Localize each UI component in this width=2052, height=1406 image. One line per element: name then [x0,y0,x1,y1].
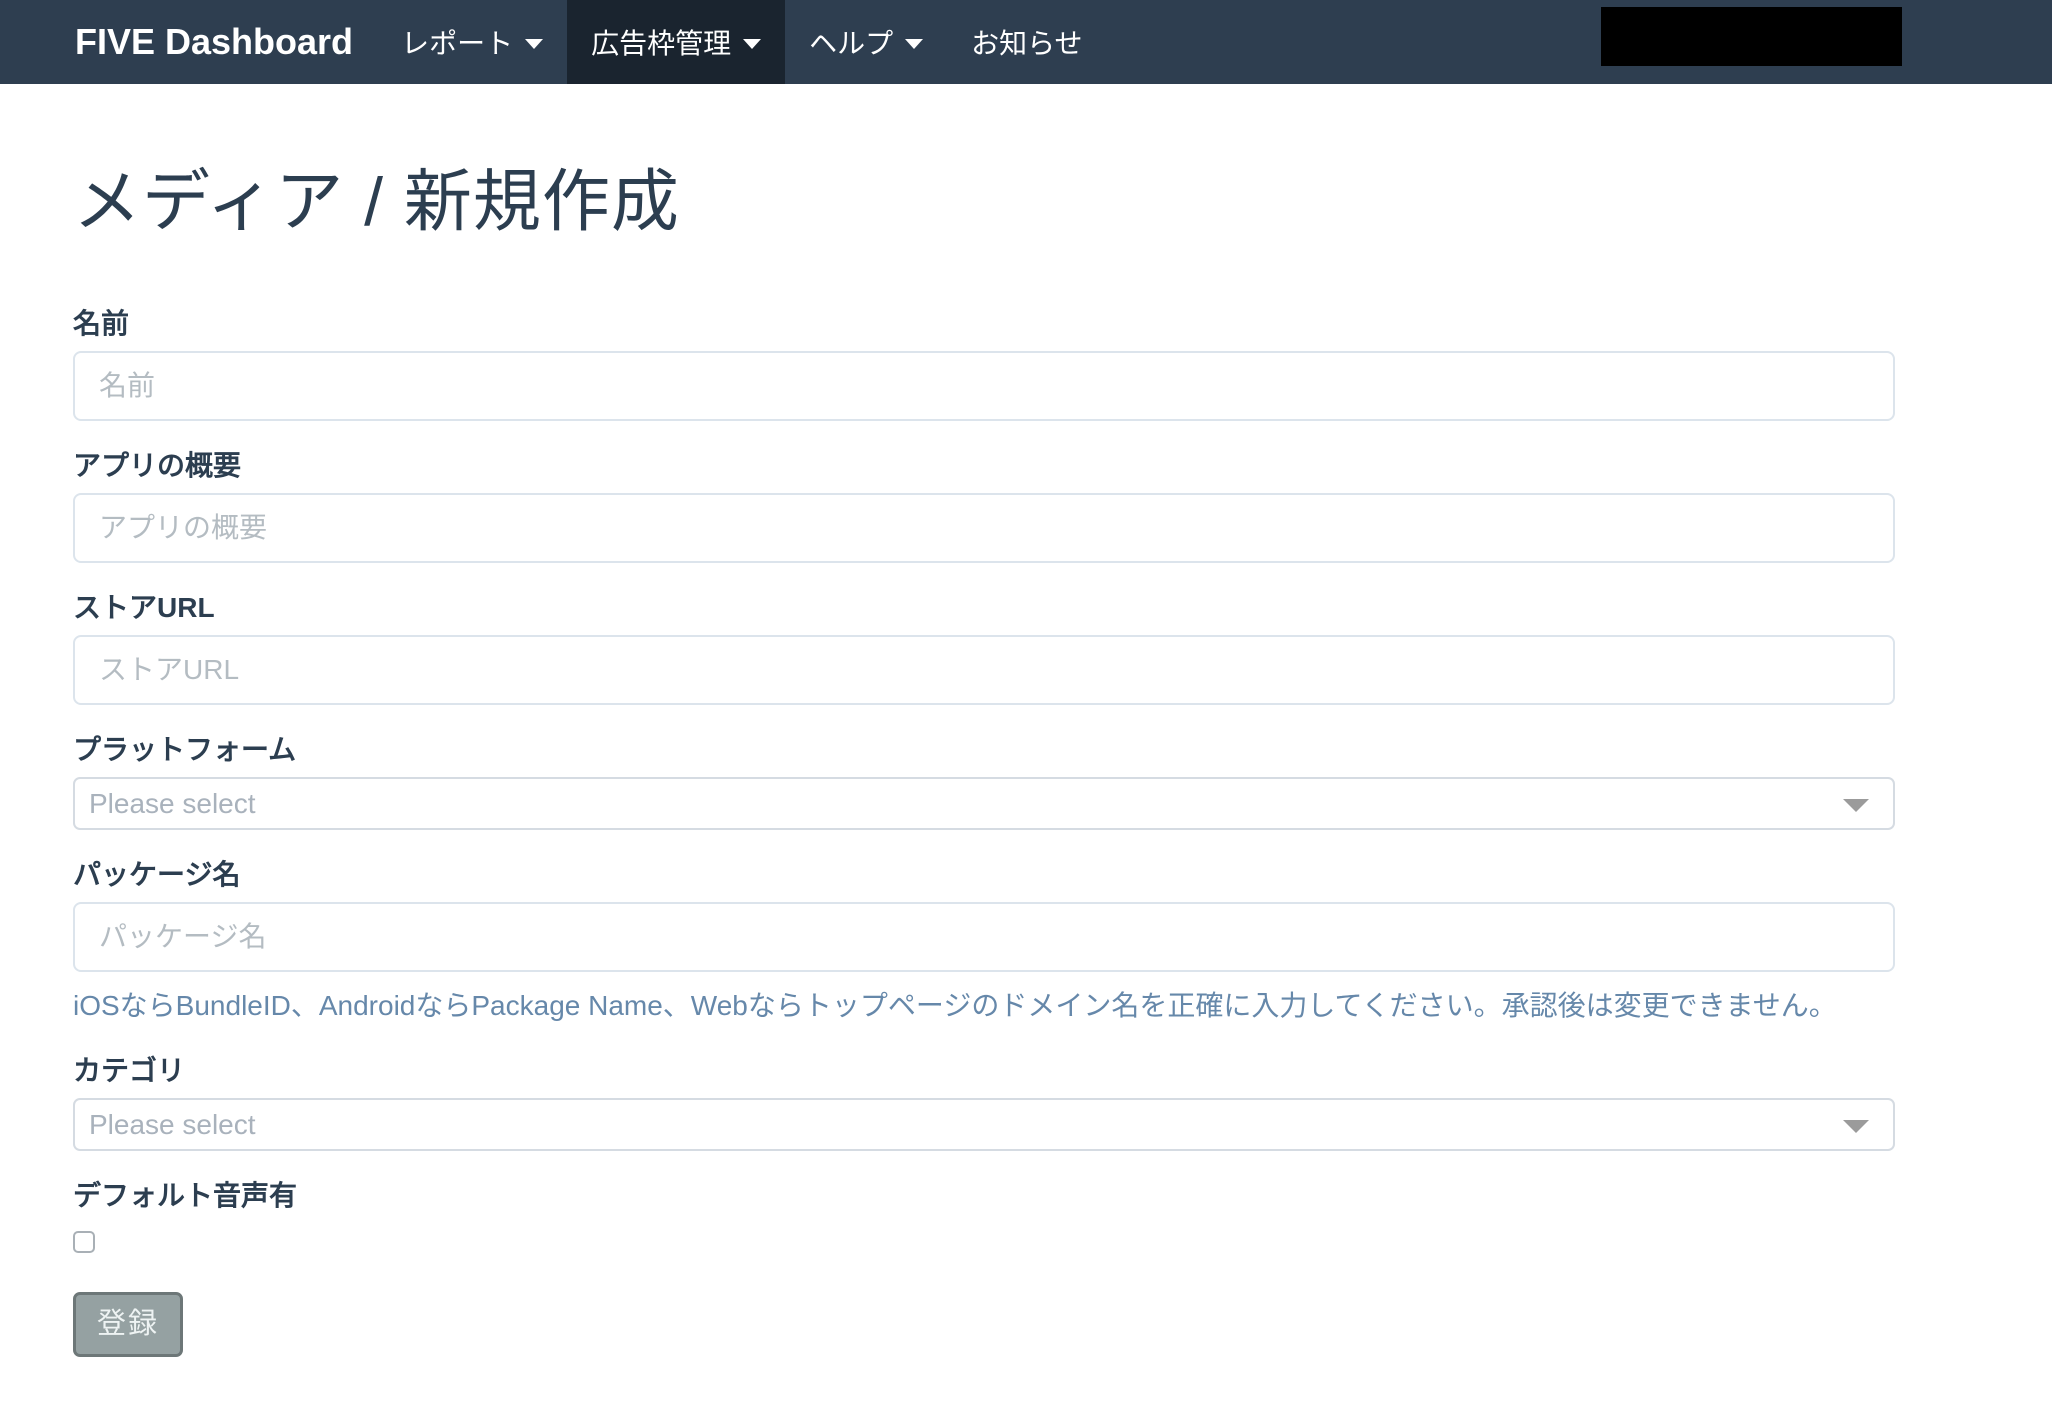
form-group-platform: プラットフォーム Please select [73,733,1895,830]
package-name-label: パッケージ名 [73,858,1895,892]
platform-label: プラットフォーム [73,733,1895,767]
store-url-input[interactable] [73,635,1895,705]
media-create-form: 名前 アプリの概要 ストアURL プラットフォーム Please select [73,307,1895,1357]
nav-item-label: レポート [401,22,513,62]
store-url-label: ストアURL [73,591,1895,625]
category-select[interactable]: Please select [73,1098,1895,1151]
package-name-help-text: iOSならBundleID、AndroidならPackage Name、Webな… [73,986,1895,1026]
nav-item-help[interactable]: ヘルプ [785,0,947,84]
brand-logo[interactable]: FIVE Dashboard [75,0,353,84]
form-group-default-sound: デフォルト音声有 [73,1179,1895,1258]
app-summary-input[interactable] [73,493,1895,563]
nav-item-news[interactable]: お知らせ [947,0,1106,84]
form-group-store-url: ストアURL [73,591,1895,705]
chevron-down-icon [905,39,923,49]
category-label: カテゴリ [73,1054,1895,1088]
name-label: 名前 [73,307,1895,341]
main-content: メディア / 新規作成 名前 アプリの概要 ストアURL プラットフォーム Pl… [0,146,2052,1357]
nav-item-label: お知らせ [971,22,1082,62]
nav-item-label: ヘルプ [809,22,893,62]
nav-item-reports[interactable]: レポート [377,0,567,84]
app-summary-label: アプリの概要 [73,449,1895,483]
form-group-category: カテゴリ Please select [73,1054,1895,1151]
user-account-redacted[interactable] [1601,7,1902,66]
default-sound-checkbox[interactable] [73,1231,95,1253]
submit-button[interactable]: 登録 [73,1292,183,1357]
platform-select[interactable]: Please select [73,777,1895,830]
form-group-app-summary: アプリの概要 [73,449,1895,563]
nav-item-ad-slot-management[interactable]: 広告枠管理 [567,0,785,84]
chevron-down-icon [743,39,761,49]
top-navbar: FIVE Dashboard レポート 広告枠管理 ヘルプ お知らせ [0,0,2052,84]
default-sound-label: デフォルト音声有 [73,1179,1895,1213]
page-title: メディア / 新規作成 [73,146,1895,245]
form-group-name: 名前 [73,307,1895,421]
package-name-input[interactable] [73,902,1895,972]
nav-item-label: 広告枠管理 [591,22,731,62]
form-group-package-name: パッケージ名 iOSならBundleID、AndroidならPackage Na… [73,858,1895,1026]
name-input[interactable] [73,351,1895,421]
category-select-wrap: Please select [73,1098,1895,1151]
platform-select-wrap: Please select [73,777,1895,830]
chevron-down-icon [525,39,543,49]
